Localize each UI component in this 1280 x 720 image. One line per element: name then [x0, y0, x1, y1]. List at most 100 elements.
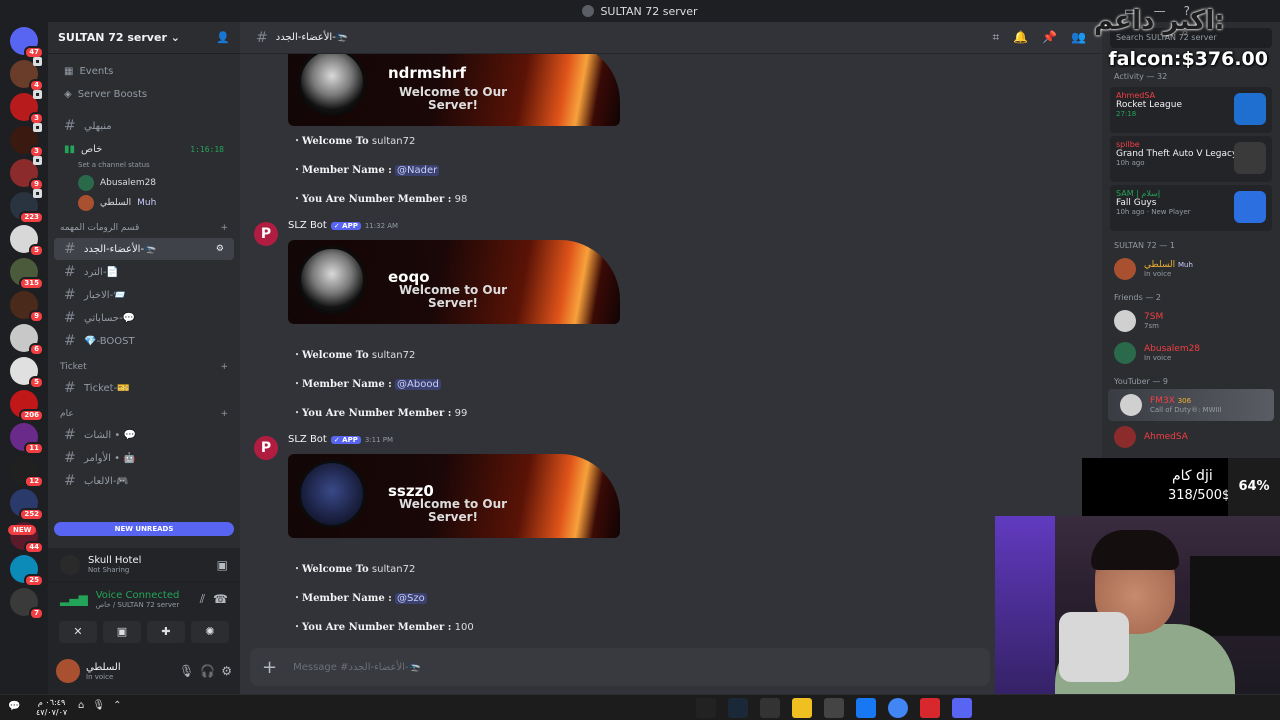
server-icon[interactable]: ▪ 9 [10, 156, 44, 191]
channel-item[interactable]: # الاخبار-📨 [54, 284, 234, 306]
activities-icon[interactable]: ✚ [147, 621, 185, 643]
channel-item[interactable]: # الالعاب-🎮 [54, 470, 234, 492]
activity-card[interactable]: SAM | إسلام Fall Guys 10h ago · New Play… [1110, 185, 1272, 231]
channel-item[interactable]: # الشات • 💬 [54, 424, 234, 446]
window-title: SULTAN 72 server [600, 4, 698, 18]
boosts-item[interactable]: ◈ Server Boosts [54, 83, 234, 105]
network-icon[interactable]: ⌂ [78, 700, 84, 711]
server-icon[interactable]: 315 [10, 258, 44, 290]
add-channel-icon[interactable]: + [220, 409, 228, 419]
clock[interactable]: ٠٦:٤٩ م ٤٧/٠٧/٠٧ [36, 698, 67, 718]
voice-user[interactable]: السلطي Muh [78, 193, 240, 213]
screen-share-icon[interactable]: ▣ [103, 621, 141, 643]
avatar[interactable] [56, 659, 80, 683]
plus-icon[interactable]: + [262, 657, 277, 678]
discord-icon[interactable] [952, 698, 972, 718]
server-icon[interactable]: 9 [10, 291, 44, 323]
member-row[interactable]: AhmedSA [1102, 421, 1280, 453]
chevron-down-icon: ⌄ [170, 31, 180, 44]
soundboard-icon[interactable]: ✺ [191, 621, 229, 643]
member-row[interactable]: FM3X 306 Call of Duty®: MWIII [1108, 389, 1274, 421]
rocket-league-icon [1234, 93, 1266, 125]
add-channel-icon[interactable]: + [220, 362, 228, 372]
app-icon[interactable] [920, 698, 940, 718]
server-icon[interactable]: 7 [10, 588, 44, 620]
home-button[interactable]: 47 [10, 27, 44, 59]
category-header[interactable]: قسم الرومات المهمه + [48, 219, 240, 237]
user-bar: السلطي In voice 🎙 🎧 ⚙ [48, 648, 240, 694]
app-icon[interactable] [696, 698, 716, 718]
chrome-icon[interactable] [888, 698, 908, 718]
microphone-icon[interactable]: 🎙 [92, 700, 105, 711]
category-header[interactable]: Ticket + [48, 358, 240, 376]
members-icon[interactable]: 👥 [1071, 30, 1086, 45]
add-channel-icon[interactable]: + [220, 223, 228, 233]
server-icon[interactable]: 252 [10, 489, 44, 521]
add-member-icon[interactable]: 👤 [216, 31, 230, 44]
channel-item[interactable]: # الترد-📄 [54, 261, 234, 283]
obs-icon[interactable] [824, 698, 844, 718]
headphones-icon[interactable]: 🎧 [200, 664, 215, 678]
channel-item[interactable]: # Ticket-🎫 [54, 377, 234, 399]
taskbar: 💬 ٠٦:٤٩ م ٤٧/٠٧/٠٧ ⌂ 🎙 ⌃ [0, 694, 1280, 720]
server-icon[interactable]: ▪ 3 [10, 90, 44, 125]
member-row[interactable]: السلطي Muh In voice [1102, 253, 1280, 285]
facebook-icon[interactable] [856, 698, 876, 718]
steam-icon[interactable] [728, 698, 748, 718]
settings-icon[interactable]: ⚙ [216, 244, 224, 254]
avatar [298, 460, 366, 528]
server-icon[interactable]: 206 [10, 390, 44, 422]
bot-avatar[interactable]: P [254, 222, 278, 246]
channel-item-active[interactable]: # الأعضاء-الجدد-🛬 ⚙ [54, 238, 234, 260]
server-icon[interactable]: 12 [10, 456, 44, 488]
channel-status[interactable]: Set a channel status [78, 161, 240, 173]
member-row[interactable]: 7SM 7sm [1102, 305, 1280, 337]
new-unreads-banner[interactable]: NEW UNREADS [54, 522, 234, 536]
user-mention[interactable]: @Abood [395, 379, 441, 390]
server-header[interactable]: SULTAN 72 server ⌄ 👤 [48, 22, 240, 54]
pin-icon[interactable]: 📌 [1042, 30, 1057, 45]
server-icon[interactable]: ▪ 4 [10, 57, 44, 92]
gta-icon [1234, 142, 1266, 174]
threads-icon[interactable]: ⌗ [992, 30, 999, 45]
hash-icon: # [256, 29, 268, 46]
microphone-icon[interactable]: 🎙 [179, 664, 194, 678]
settings-icon[interactable]: ⚙ [221, 664, 232, 678]
message-line: ・Welcome To sultan72 [292, 564, 416, 575]
server-icon[interactable]: ▪ 3 [10, 123, 44, 158]
voice-channel[interactable]: ▮▮ خاص 1:16:18 [54, 138, 234, 160]
activity-card[interactable]: AhmedSA Rocket League 27:18 [1110, 87, 1272, 133]
activity-card[interactable]: spilbe Grand Theft Auto V Legacy 10h ago [1110, 136, 1272, 182]
chevron-up-icon[interactable]: ⌃ [113, 700, 121, 711]
file-explorer-icon[interactable] [792, 698, 812, 718]
user-mention[interactable]: @Nader [395, 165, 440, 176]
disconnect-icon[interactable]: ☎ [213, 592, 228, 606]
server-icon[interactable]: 25 [10, 555, 44, 587]
screen-share-icon[interactable]: ▣ [217, 558, 228, 572]
category-header[interactable]: عام + [48, 405, 240, 423]
server-icon[interactable]: 5 [10, 357, 44, 389]
user-mention[interactable]: @Szo [395, 593, 427, 604]
notification-icon[interactable]: 💬 [8, 701, 20, 712]
server-icon[interactable]: 6 [10, 324, 44, 356]
noise-suppression-icon[interactable]: ⫽ [200, 592, 205, 607]
channel-item[interactable]: # منبهلي [54, 115, 234, 137]
voice-user[interactable]: Abusalem28 [78, 173, 240, 193]
message-input[interactable]: Message #الأعضاء-الجدد-🛬 [293, 662, 421, 673]
camera-icon[interactable]: ✕ [59, 621, 97, 643]
server-icon[interactable]: ▪ 223 [10, 189, 44, 224]
member-row[interactable]: Abusalem28 In voice [1102, 337, 1280, 369]
channel-item[interactable]: # حساباتي-💬 [54, 307, 234, 329]
server-icon[interactable]: 5 [10, 225, 44, 257]
server-icon[interactable]: 11 [10, 423, 44, 455]
bell-icon[interactable]: 🔔 [1013, 30, 1028, 45]
events-item[interactable]: ▦ Events [54, 60, 234, 82]
new-badge: NEW [8, 525, 37, 535]
activity-row[interactable]: Skull Hotel Not Sharing ▣ [48, 548, 240, 582]
message-composer[interactable]: + Message #الأعضاء-الجدد-🛬 [250, 648, 990, 686]
app-icon[interactable] [760, 698, 780, 718]
channel-item[interactable]: # 💎-BOOST [54, 330, 234, 352]
avatar [1114, 426, 1136, 448]
bot-avatar[interactable]: P [254, 436, 278, 460]
channel-item[interactable]: # الأوامر • 🤖 [54, 447, 234, 469]
